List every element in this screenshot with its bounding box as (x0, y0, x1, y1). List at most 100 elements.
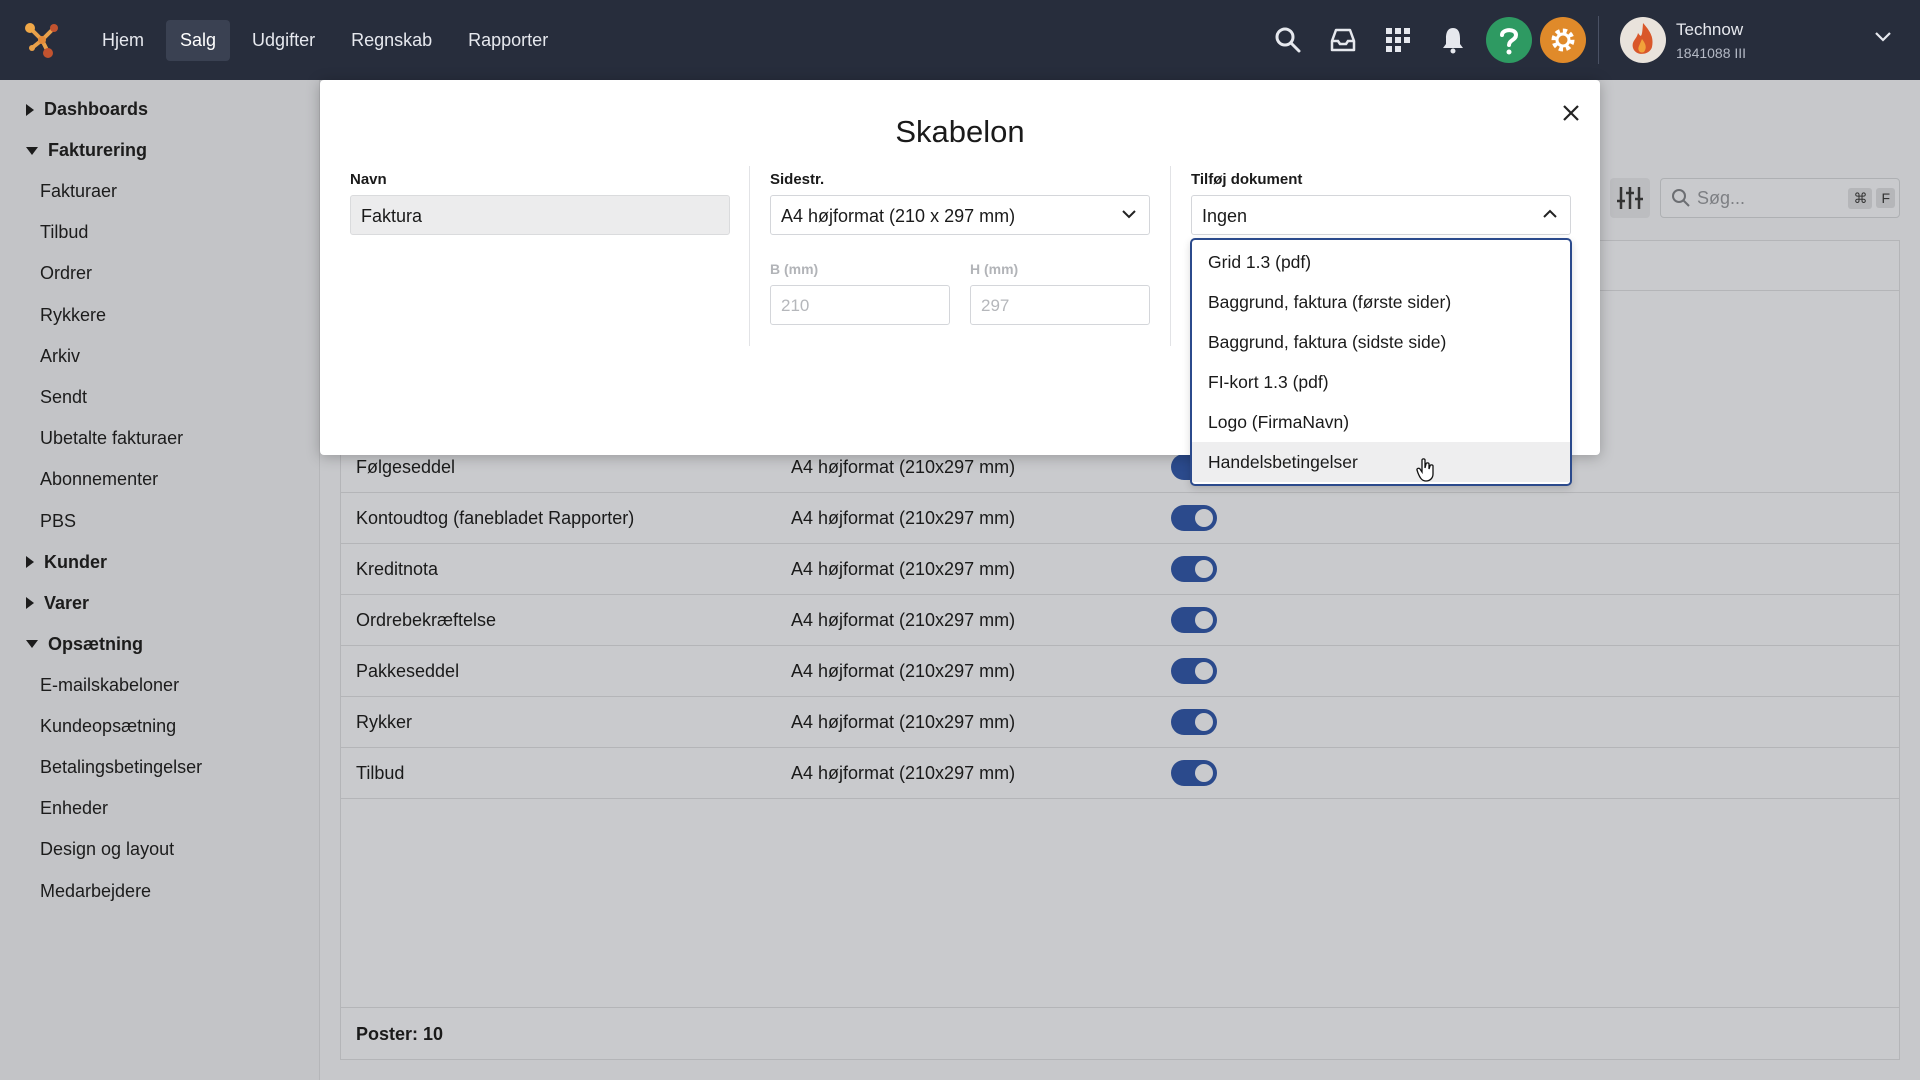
nav-salg[interactable]: Salg (166, 19, 231, 61)
sidebar: Dashboards Fakturering Fakturaer Tilbud … (0, 80, 320, 1080)
table-row[interactable]: Kreditnota A4 højformat (210x297 mm) (341, 544, 1899, 595)
sidebar-item-pbs[interactable]: PBS (0, 501, 319, 542)
sidebar-item-betalingsbetingelser[interactable]: Betalingsbetingelser (0, 747, 319, 788)
sidebar-group-dashboards[interactable]: Dashboards (0, 89, 319, 130)
name-label: Navn (350, 171, 387, 188)
chevron-down-icon (1122, 210, 1136, 219)
settings-icon[interactable] (1540, 17, 1586, 63)
close-icon[interactable] (1556, 98, 1586, 128)
table-row[interactable]: Rykker A4 højformat (210x297 mm) (341, 697, 1899, 748)
template-name: Pakkeseddel (356, 661, 460, 681)
active-toggle[interactable] (1171, 505, 1217, 531)
search-input[interactable]: Søg... ⌘ F (1660, 178, 1900, 218)
user-info[interactable]: Technow 1841088 III (1676, 20, 1746, 61)
nav-regnskab[interactable]: Regnskab (337, 20, 446, 61)
dropdown-option-fi-kort[interactable]: FI-kort 1.3 (pdf) (1192, 362, 1570, 402)
filter-sliders-icon[interactable] (1610, 178, 1650, 218)
avatar[interactable] (1620, 17, 1666, 63)
template-name: Kontoudtog (fanebladet Rapporter) (356, 508, 635, 528)
template-format: A4 højformat (210x297 mm) (791, 508, 1016, 528)
sidebar-item-rykkere[interactable]: Rykkere (0, 295, 319, 336)
sidebar-item-tilbud[interactable]: Tilbud (0, 212, 319, 253)
active-toggle[interactable] (1171, 760, 1217, 786)
sidebar-item-enheder[interactable]: Enheder (0, 788, 319, 829)
sidebar-group-opsaetning[interactable]: Opsætning (0, 624, 319, 665)
width-label: B (mm) (770, 261, 819, 277)
height-label: H (mm) (970, 261, 1019, 277)
modal-title: Skabelon (895, 114, 1025, 149)
sidebar-item-medarbejdere[interactable]: Medarbejdere (0, 871, 319, 912)
template-format: A4 højformat (210x297 mm) (791, 712, 1016, 732)
template-format: A4 højformat (210x297 mm) (791, 661, 1016, 681)
nav-hjem[interactable]: Hjem (88, 20, 158, 61)
template-format: A4 højformat (210x297 mm) (791, 457, 1016, 477)
nav-rapporter[interactable]: Rapporter (454, 20, 562, 61)
page-size-select[interactable]: A4 højformat (210 x 297 mm) (770, 195, 1150, 235)
active-toggle[interactable] (1171, 556, 1217, 582)
sidebar-item-design-og-layout[interactable]: Design og layout (0, 829, 319, 870)
dropdown-option-baggrund-foerste[interactable]: Baggrund, faktura (første sider) (1192, 282, 1570, 322)
table-toolbar: Søg... ⌘ F (1610, 178, 1900, 218)
sidebar-item-ordrer[interactable]: Ordrer (0, 253, 319, 294)
hand-cursor-icon (1416, 458, 1436, 487)
nav-udgifter[interactable]: Udgifter (238, 20, 329, 61)
sidebar-group-label: Kunder (44, 551, 107, 572)
top-actions (1262, 14, 1590, 66)
sidebar-group-label: Varer (44, 592, 90, 613)
caret-right-icon (26, 103, 34, 116)
add-document-dropdown: Grid 1.3 (pdf) Baggrund, faktura (første… (1190, 238, 1572, 486)
apps-grid-icon[interactable] (1372, 14, 1424, 66)
sidebar-item-arkiv[interactable]: Arkiv (0, 336, 319, 377)
active-toggle[interactable] (1171, 658, 1217, 684)
sidebar-item-e-mailskabeloner[interactable]: E-mailskabeloner (0, 665, 319, 706)
dropdown-option-handelsbetingelser[interactable]: Handelsbetingelser (1192, 442, 1570, 482)
sidebar-item-abonnementer[interactable]: Abonnementer (0, 459, 319, 500)
table-row[interactable]: Ordrebekræftelse A4 højformat (210x297 m… (341, 595, 1899, 646)
dropdown-option-baggrund-sidste[interactable]: Baggrund, faktura (sidste side) (1192, 322, 1570, 362)
app-logo-icon[interactable] (22, 20, 62, 60)
sidebar-group-varer[interactable]: Varer (0, 583, 319, 624)
column-divider (749, 166, 750, 346)
sidebar-item-sendt[interactable]: Sendt (0, 377, 319, 418)
chevron-up-icon (1543, 209, 1557, 218)
sidebar-item-kundeopsaetning[interactable]: Kundeopsætning (0, 706, 319, 747)
user-name: Technow (1676, 20, 1744, 39)
column-divider (1170, 166, 1171, 346)
sidebar-group-fakturering[interactable]: Fakturering (0, 130, 319, 171)
add-document-value: Ingen (1202, 206, 1248, 226)
caret-right-icon (26, 556, 34, 569)
caret-down-icon (26, 146, 38, 155)
page-size-value: A4 højformat (210 x 297 mm) (781, 206, 1016, 226)
table-row[interactable]: Tilbud A4 højformat (210x297 mm) (341, 748, 1899, 799)
search-placeholder: Søg... (1697, 187, 1746, 208)
table-row[interactable]: Pakkeseddel A4 højformat (210x297 mm) (341, 646, 1899, 697)
name-field[interactable]: Faktura (350, 195, 730, 235)
add-document-select[interactable]: Ingen (1191, 195, 1571, 235)
sidebar-group-label: Opsætning (48, 633, 143, 654)
table-row[interactable]: Kontoudtog (fanebladet Rapporter) A4 høj… (341, 493, 1899, 544)
search-icon[interactable] (1262, 14, 1314, 66)
user-id: 1841088 III (1676, 45, 1747, 61)
bell-icon[interactable] (1427, 14, 1479, 66)
sidebar-item-ubetalte-fakturaer[interactable]: Ubetalte fakturaer (0, 418, 319, 459)
main-nav: Hjem Salg Udgifter Regnskab Rapporter (88, 19, 570, 61)
dropdown-option-grid[interactable]: Grid 1.3 (pdf) (1192, 242, 1570, 282)
sidebar-group-kunder[interactable]: Kunder (0, 542, 319, 583)
sidebar-group-label: Dashboards (44, 99, 149, 119)
width-field[interactable]: 210 (770, 285, 950, 325)
topbar-divider (1598, 16, 1599, 64)
search-icon (1672, 189, 1690, 207)
sidebar-item-fakturaer[interactable]: Fakturaer (0, 171, 319, 212)
dropdown-option-logo[interactable]: Logo (FirmaNavn) (1192, 402, 1570, 442)
active-toggle[interactable] (1171, 709, 1217, 735)
height-field[interactable]: 297 (970, 285, 1150, 325)
template-name: Følgeseddel (356, 457, 456, 477)
chevron-down-icon[interactable] (1874, 30, 1892, 48)
inbox-icon[interactable] (1317, 14, 1369, 66)
caret-down-icon (26, 640, 38, 649)
help-icon[interactable] (1486, 17, 1532, 63)
shortcut-f: F (1876, 188, 1895, 208)
template-name: Tilbud (356, 763, 405, 783)
template-name: Ordrebekræftelse (356, 610, 497, 630)
active-toggle[interactable] (1171, 607, 1217, 633)
